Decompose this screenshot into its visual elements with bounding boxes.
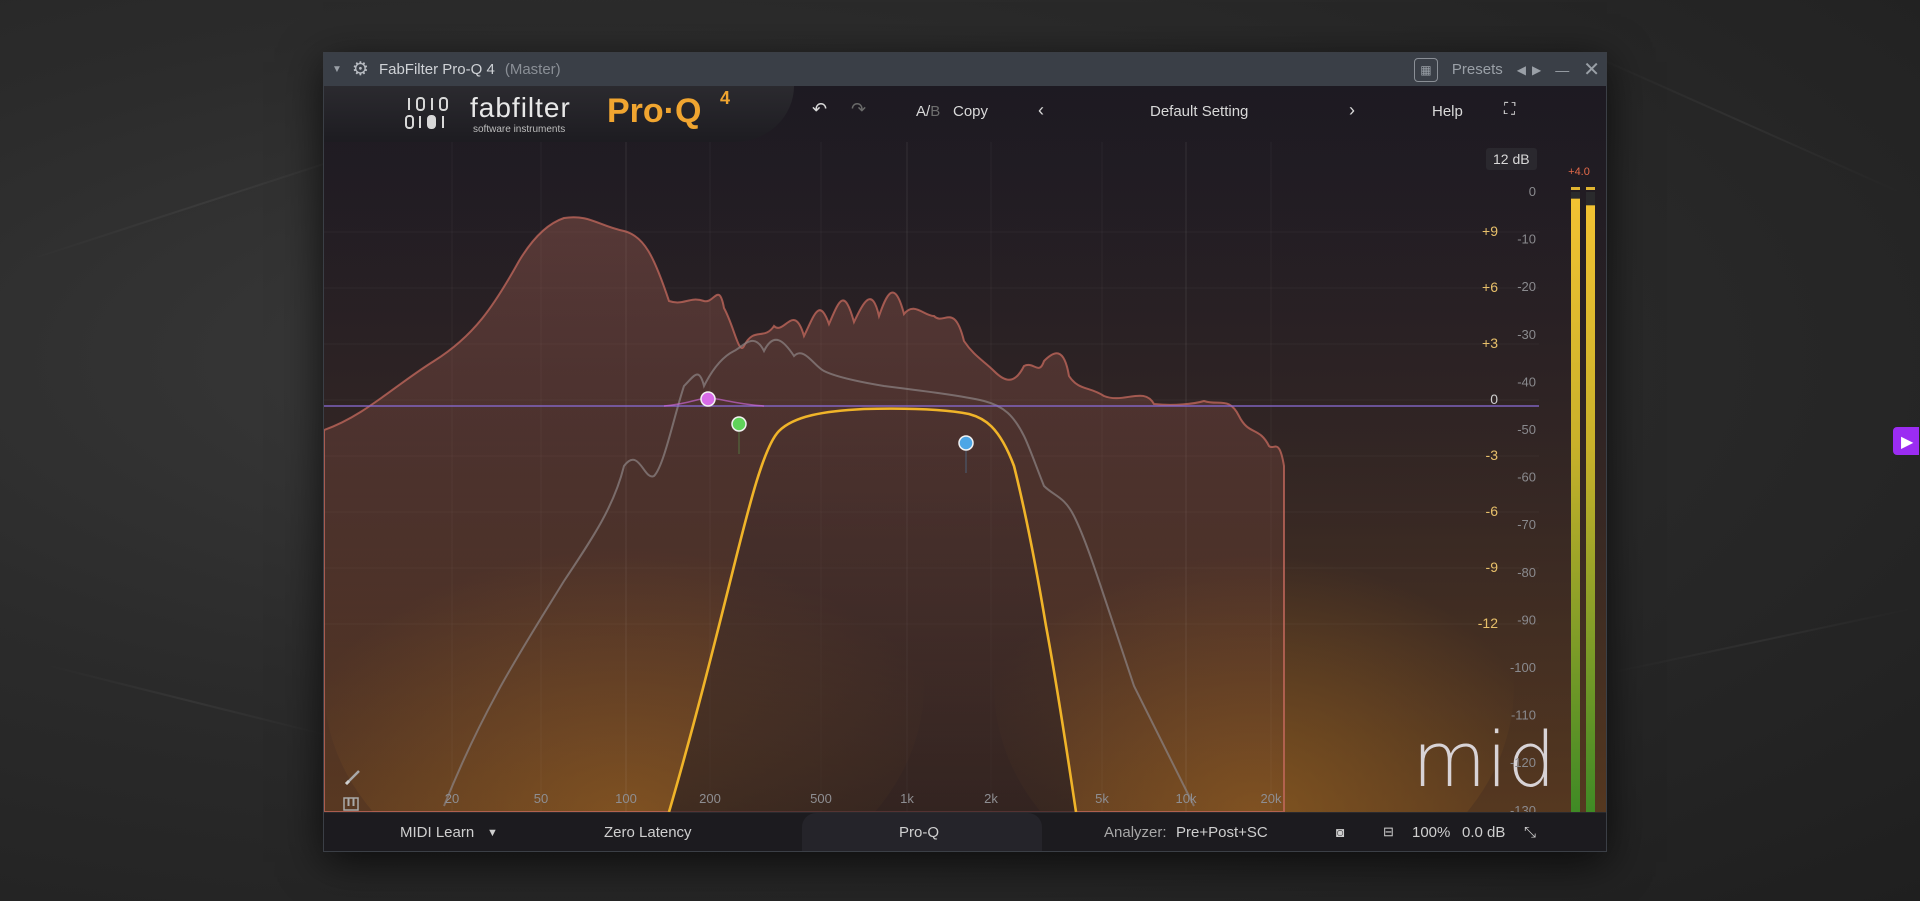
analyzer-label: -20 — [1517, 279, 1536, 294]
presets-menu[interactable]: Presets — [1452, 61, 1503, 78]
freq-label-2k: 2k — [984, 791, 998, 806]
gain-label: +3 — [1482, 335, 1498, 351]
meter-peak-label: +4.0 — [1568, 166, 1590, 178]
settings-gear-icon[interactable]: ⚙ — [352, 58, 369, 81]
gain-label: -12 — [1478, 615, 1498, 631]
gain-label: -3 — [1486, 447, 1499, 463]
close-icon[interactable]: ✕ — [1583, 57, 1600, 82]
analyzer-label: -90 — [1517, 612, 1536, 627]
preset-browser-icon[interactable]: ▦ — [1413, 57, 1438, 82]
freq-label-50: 50 — [534, 791, 548, 806]
analyzer-label: -120 — [1510, 755, 1536, 770]
freq-label-20: 20 — [445, 791, 459, 806]
band-node-1[interactable] — [700, 391, 716, 407]
preset-name[interactable]: Default Setting — [1150, 103, 1248, 120]
meter-fill — [1571, 198, 1580, 812]
copy-button[interactable]: Copy — [953, 103, 988, 120]
background-crease — [44, 663, 336, 739]
analyzer-label: -30 — [1517, 327, 1536, 342]
ab-b-label: B — [930, 103, 941, 120]
freq-label-1k: 1k — [900, 791, 914, 806]
zoom-value[interactable]: 100% — [1412, 824, 1450, 841]
ab-toggle[interactable]: A/B — [916, 103, 940, 120]
gain-label: 0 — [1490, 391, 1498, 407]
preset-prev-button[interactable]: ‹ — [1038, 100, 1044, 121]
meter-peak-hold — [1571, 187, 1580, 190]
window-title: FabFilter Pro-Q 4 — [378, 61, 495, 78]
plugin-window: ▼ ⚙ FabFilter Pro-Q 4 (Master) ▦ Presets… — [323, 52, 1607, 852]
analyzer-label: -70 — [1517, 517, 1536, 532]
band-node-3[interactable] — [958, 435, 974, 451]
undo-icon[interactable]: ↶ — [812, 99, 827, 120]
window-title-suffix: (Master) — [504, 61, 561, 78]
fullscreen-icon[interactable]: ⛶ — [1504, 101, 1515, 119]
analyzer-label: -80 — [1517, 565, 1536, 580]
output-gain[interactable]: 0.0 dB — [1462, 824, 1505, 841]
freq-label-5k: 5k — [1095, 791, 1109, 806]
eq-display[interactable]: mid 20 50 100 200 500 1k 2k 5k 10k 20k +9+6+30-3-… — [324, 86, 1606, 812]
plugin-footer: MIDI Learn ▼ Zero Latency Pro-Q Analyzer… — [324, 812, 1606, 851]
play-icon: ▶ — [1901, 434, 1914, 451]
background-crease — [1603, 606, 1917, 676]
freq-label-20k: 20k — [1261, 791, 1282, 806]
eq-plugin: mid 20 50 100 200 500 1k 2k 5k 10k 20k +9 +6 +3 0 -3-… — [324, 86, 1606, 851]
analyzer-label: -60 — [1517, 470, 1536, 485]
gain-range-button[interactable]: 12 dB — [1486, 148, 1537, 170]
latency-mode[interactable]: Zero Latency — [604, 824, 692, 841]
analyzer-label: -50 — [1517, 422, 1536, 437]
panel-icon[interactable]: ⊟ — [1383, 824, 1394, 840]
midi-learn-dropdown-icon[interactable]: ▼ — [487, 827, 498, 839]
analyzer-label: -10 — [1517, 232, 1536, 247]
collapse-arrow-icon[interactable]: ▼ — [332, 64, 342, 75]
meter-fill — [1586, 205, 1595, 812]
gain-label: +6 — [1482, 279, 1498, 295]
background-crease — [1575, 46, 1905, 196]
preset-next-button[interactable]: › — [1349, 100, 1355, 121]
window-titlebar: ▼ ⚙ FabFilter Pro-Q 4 (Master) ▦ Presets… — [324, 53, 1606, 86]
camera-icon[interactable]: ◙ — [1336, 824, 1344, 840]
gain-label: +9 — [1482, 223, 1498, 239]
freq-label-500: 500 — [810, 791, 832, 806]
analyzer-label: -110 — [1511, 708, 1536, 723]
band-node-2[interactable] — [731, 416, 747, 432]
analyzer-label: -130 — [1510, 803, 1536, 812]
gain-label: -9 — [1486, 559, 1499, 575]
side-expand-button[interactable]: ▶ — [1893, 427, 1919, 455]
help-button[interactable]: Help — [1432, 103, 1463, 120]
midi-learn-button[interactable]: MIDI Learn — [400, 824, 474, 841]
resize-icon[interactable]: ⤡ — [1524, 824, 1536, 841]
gain-label: -6 — [1486, 503, 1499, 519]
analyzer-label: Analyzer: — [1104, 824, 1167, 841]
freq-label-100: 100 — [615, 791, 637, 806]
freq-label-10k: 10k — [1176, 791, 1197, 806]
center-tab-label[interactable]: Pro-Q — [899, 824, 939, 841]
minimize-icon[interactable]: — — [1555, 62, 1569, 78]
analyzer-label: -100 — [1510, 660, 1536, 675]
analyzer-label: -40 — [1517, 374, 1536, 389]
preset-prev-icon[interactable]: ◀ — [1517, 63, 1526, 77]
plugin-header: ↶ ↷ A/B Copy ‹ Default Setting › Help ⛶ … — [324, 86, 1606, 170]
analyzer-label: 0 — [1529, 184, 1536, 199]
analyzer-mode[interactable]: Pre+Post+SC — [1176, 824, 1268, 841]
freq-label-200: 200 — [699, 791, 721, 806]
redo-icon[interactable]: ↷ — [851, 99, 866, 120]
ab-a-label: A/ — [916, 103, 931, 120]
preset-next-icon[interactable]: ▶ — [1532, 63, 1541, 77]
meter-peak-hold — [1586, 187, 1595, 190]
